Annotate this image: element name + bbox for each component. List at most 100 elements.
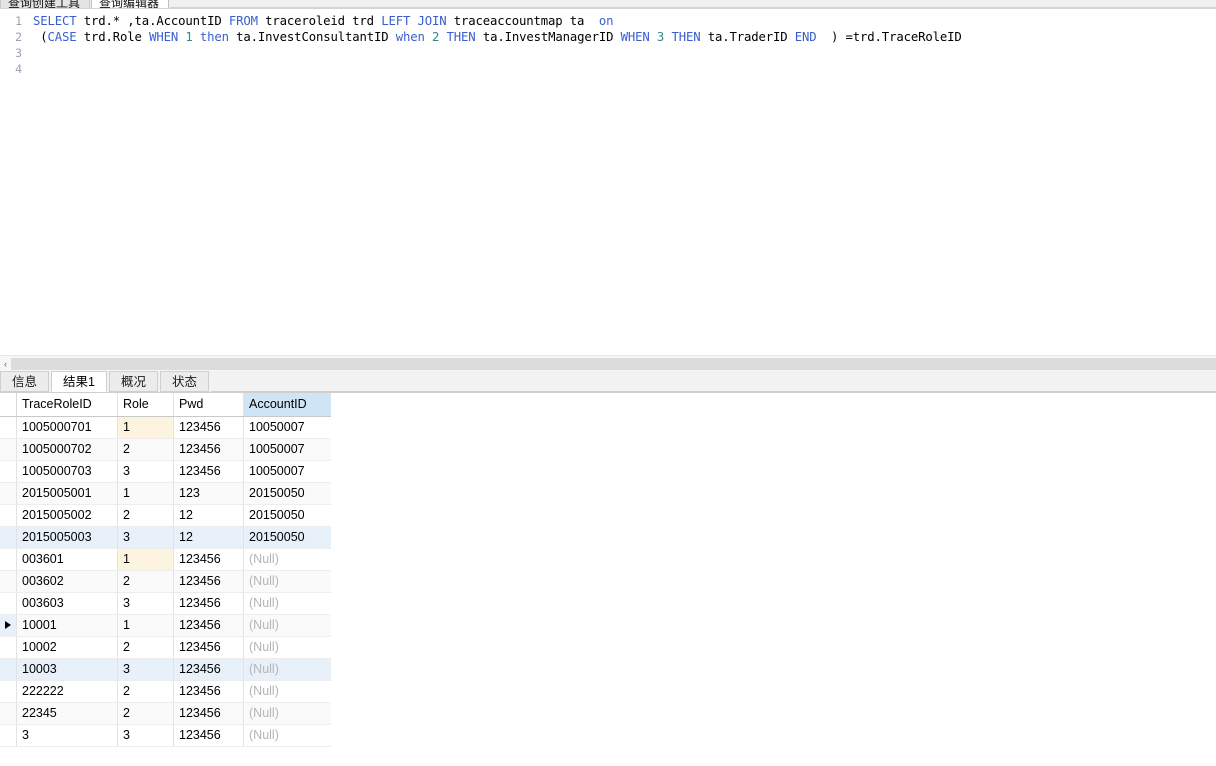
table-row[interactable]: 2015005001 1 123 20150050 <box>0 482 338 505</box>
result-tab-0[interactable]: 信息 <box>0 371 50 392</box>
cell-Role[interactable]: 3 <box>117 724 174 747</box>
row-marker-cell[interactable] <box>0 592 17 615</box>
cell-Role[interactable]: 1 <box>117 548 174 571</box>
cell-TraceRoleID[interactable]: 22345 <box>16 702 118 725</box>
table-row[interactable]: 3 3 123456 (Null) <box>0 724 338 747</box>
row-marker-cell[interactable] <box>0 548 17 571</box>
cell-TraceRoleID[interactable]: 10002 <box>16 636 118 659</box>
cell-TraceRoleID[interactable]: 2015005002 <box>16 504 118 527</box>
cell-Pwd[interactable]: 123456 <box>173 570 244 593</box>
cell-Pwd[interactable]: 123456 <box>173 636 244 659</box>
cell-Role[interactable]: 3 <box>117 460 174 483</box>
cell-Role[interactable]: 3 <box>117 526 174 549</box>
cell-Pwd[interactable]: 123456 <box>173 438 244 461</box>
scrollbar-thumb[interactable] <box>11 357 1216 370</box>
row-marker-cell[interactable] <box>0 636 17 659</box>
tab-query-editor[interactable]: 查询编辑器 <box>91 0 170 8</box>
cell-AccountID[interactable]: (Null) <box>243 614 338 637</box>
column-header-Pwd[interactable]: Pwd <box>173 393 244 417</box>
row-marker-cell[interactable] <box>0 570 17 593</box>
cell-TraceRoleID[interactable]: 10003 <box>16 658 118 681</box>
row-marker-cell[interactable] <box>0 724 17 747</box>
cell-Role[interactable]: 2 <box>117 504 174 527</box>
cell-AccountID[interactable]: 20150050 <box>243 504 338 527</box>
cell-TraceRoleID[interactable]: 003601 <box>16 548 118 571</box>
table-row[interactable]: 1005000702 2 123456 10050007 <box>0 438 338 461</box>
cell-Pwd[interactable]: 123456 <box>173 460 244 483</box>
cell-AccountID[interactable]: (Null) <box>243 680 338 703</box>
table-row[interactable]: 222222 2 123456 (Null) <box>0 680 338 703</box>
cell-Role[interactable]: 2 <box>117 570 174 593</box>
cell-Role[interactable]: 1 <box>117 416 174 439</box>
cell-TraceRoleID[interactable]: 003603 <box>16 592 118 615</box>
tab-query-builder[interactable]: 查询创建工具 <box>0 0 91 8</box>
table-row[interactable]: 1005000703 3 123456 10050007 <box>0 460 338 483</box>
cell-AccountID[interactable]: (Null) <box>243 636 338 659</box>
cell-Pwd[interactable]: 123456 <box>173 614 244 637</box>
cell-TraceRoleID[interactable]: 2015005001 <box>16 482 118 505</box>
cell-Role[interactable]: 1 <box>117 482 174 505</box>
table-row[interactable]: 1005000701 1 123456 10050007 <box>0 416 338 439</box>
result-grid-body[interactable]: 1005000701 1 123456 10050007 1005000702 2 1234… <box>0 416 338 747</box>
cell-AccountID[interactable]: (Null) <box>243 548 338 571</box>
table-row[interactable]: 2015005002 2 12 20150050 <box>0 504 338 527</box>
cell-Pwd[interactable]: 123456 <box>173 680 244 703</box>
result-tab-1[interactable]: 结果1 <box>51 371 107 392</box>
table-row[interactable]: 2015005003 3 12 20150050 <box>0 526 338 549</box>
cell-Role[interactable]: 2 <box>117 680 174 703</box>
cell-Role[interactable]: 2 <box>117 636 174 659</box>
row-marker-cell[interactable] <box>0 416 17 439</box>
cell-AccountID[interactable]: 20150050 <box>243 482 338 505</box>
cell-Role[interactable]: 2 <box>117 438 174 461</box>
cell-Pwd[interactable]: 12 <box>173 504 244 527</box>
table-row[interactable]: 22345 2 123456 (Null) <box>0 702 338 725</box>
cell-Pwd[interactable]: 123456 <box>173 548 244 571</box>
cell-AccountID[interactable]: (Null) <box>243 570 338 593</box>
cell-AccountID[interactable]: 20150050 <box>243 526 338 549</box>
cell-Role[interactable]: 3 <box>117 658 174 681</box>
cell-AccountID[interactable]: 10050007 <box>243 416 338 439</box>
cell-Role[interactable]: 1 <box>117 614 174 637</box>
cell-TraceRoleID[interactable]: 3 <box>16 724 118 747</box>
cell-Pwd[interactable]: 123456 <box>173 724 244 747</box>
chevron-left-icon[interactable]: ‹ <box>0 355 11 372</box>
cell-Role[interactable]: 3 <box>117 592 174 615</box>
cell-AccountID[interactable]: (Null) <box>243 592 338 615</box>
table-row[interactable]: 10003 3 123456 (Null) <box>0 658 338 681</box>
row-marker-cell[interactable] <box>0 614 17 637</box>
result-tab-2[interactable]: 概况 <box>108 371 158 392</box>
sql-code-area[interactable]: SELECT trd.* ,ta.AccountID FROM tracerol… <box>27 9 1216 355</box>
cell-AccountID[interactable]: (Null) <box>243 724 338 747</box>
table-row[interactable]: 10002 2 123456 (Null) <box>0 636 338 659</box>
cell-TraceRoleID[interactable]: 222222 <box>16 680 118 703</box>
cell-TraceRoleID[interactable]: 1005000701 <box>16 416 118 439</box>
row-marker-cell[interactable] <box>0 460 17 483</box>
column-header-AccountID[interactable]: AccountID <box>243 393 338 417</box>
cell-TraceRoleID[interactable]: 1005000702 <box>16 438 118 461</box>
row-marker-cell[interactable] <box>0 658 17 681</box>
cell-AccountID[interactable]: 10050007 <box>243 460 338 483</box>
cell-TraceRoleID[interactable]: 1005000703 <box>16 460 118 483</box>
cell-TraceRoleID[interactable]: 2015005003 <box>16 526 118 549</box>
code-line-3[interactable] <box>33 45 1216 61</box>
cell-Pwd[interactable]: 123 <box>173 482 244 505</box>
row-marker-cell[interactable] <box>0 482 17 505</box>
column-header-TraceRoleID[interactable]: TraceRoleID <box>16 393 118 417</box>
cell-AccountID[interactable]: 10050007 <box>243 438 338 461</box>
code-line-2[interactable]: (CASE trd.Role WHEN 1 then ta.InvestCons… <box>33 29 1216 45</box>
cell-TraceRoleID[interactable]: 10001 <box>16 614 118 637</box>
cell-AccountID[interactable]: (Null) <box>243 702 338 725</box>
table-row[interactable]: 003602 2 123456 (Null) <box>0 570 338 593</box>
sql-editor-pane[interactable]: 1 2 3 4 SELECT trd.* ,ta.AccountID FROM tra… <box>0 9 1216 355</box>
code-line-4[interactable] <box>33 61 1216 77</box>
cell-Pwd[interactable]: 123456 <box>173 702 244 725</box>
row-marker-cell[interactable] <box>0 680 17 703</box>
row-marker-cell[interactable] <box>0 438 17 461</box>
code-line-1[interactable]: SELECT trd.* ,ta.AccountID FROM tracerol… <box>33 13 1216 29</box>
result-grid-container[interactable]: TraceRoleID Role Pwd AccountID 1005000701 1 1… <box>0 393 1216 766</box>
table-row[interactable]: 003603 3 123456 (Null) <box>0 592 338 615</box>
table-row[interactable]: 10001 1 123456 (Null) <box>0 614 338 637</box>
cell-Pwd[interactable]: 12 <box>173 526 244 549</box>
cell-AccountID[interactable]: (Null) <box>243 658 338 681</box>
cell-Pwd[interactable]: 123456 <box>173 592 244 615</box>
